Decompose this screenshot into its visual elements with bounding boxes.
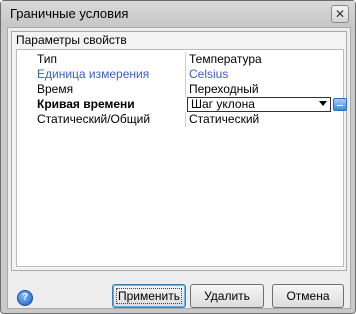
apply-button[interactable]: Применить [112, 284, 186, 308]
help-icon[interactable]: ? [17, 290, 33, 306]
dialog-client-area: Параметры свойств Тип Температура Единиц… [7, 27, 351, 309]
property-value[interactable]: Celsius [189, 67, 329, 82]
property-row-static-general[interactable]: Статический/Общий Статический [17, 112, 343, 127]
property-parameters-group: Параметры свойств Тип Температура Единиц… [11, 31, 347, 271]
property-name: Тип [37, 52, 58, 66]
dropdown-selected-value: Шаг уклона [191, 97, 255, 111]
property-value[interactable]: Температура [189, 52, 329, 67]
time-curve-dropdown[interactable]: Шаг уклона [187, 97, 331, 112]
property-name: Единица измерения [37, 67, 150, 81]
delete-button-label: Удалить [204, 289, 250, 303]
cancel-button-label: Отмена [286, 289, 330, 303]
chevron-down-icon[interactable] [319, 101, 327, 106]
window-title: Граничные условия [10, 6, 129, 21]
property-grid: Тип Температура Единица измерения Celsiu… [16, 49, 347, 267]
property-value[interactable]: Статический [189, 112, 329, 127]
property-row-time-curve[interactable]: Кривая времени Шаг уклона [17, 97, 347, 112]
delete-button[interactable]: Удалить [190, 284, 264, 308]
property-row-type[interactable]: Тип Температура [17, 52, 343, 67]
group-title: Параметры свойств [16, 33, 127, 47]
title-bar[interactable]: Граничные условия ✕ [1, 1, 355, 27]
edit-curve-button[interactable] [333, 98, 347, 111]
boundary-conditions-dialog: Граничные условия ✕ Параметры свойств Ти… [0, 0, 356, 314]
cancel-button[interactable]: Отмена [272, 284, 344, 308]
property-name: Статический/Общий [37, 112, 151, 126]
property-name: Время [37, 82, 74, 96]
property-row-time[interactable]: Время Переходный [17, 82, 343, 97]
property-value[interactable]: Переходный [189, 82, 329, 97]
property-name: Кривая времени [37, 97, 135, 111]
property-row-unit[interactable]: Единица измерения Celsius [17, 67, 343, 82]
close-icon[interactable]: ✕ [331, 5, 349, 23]
